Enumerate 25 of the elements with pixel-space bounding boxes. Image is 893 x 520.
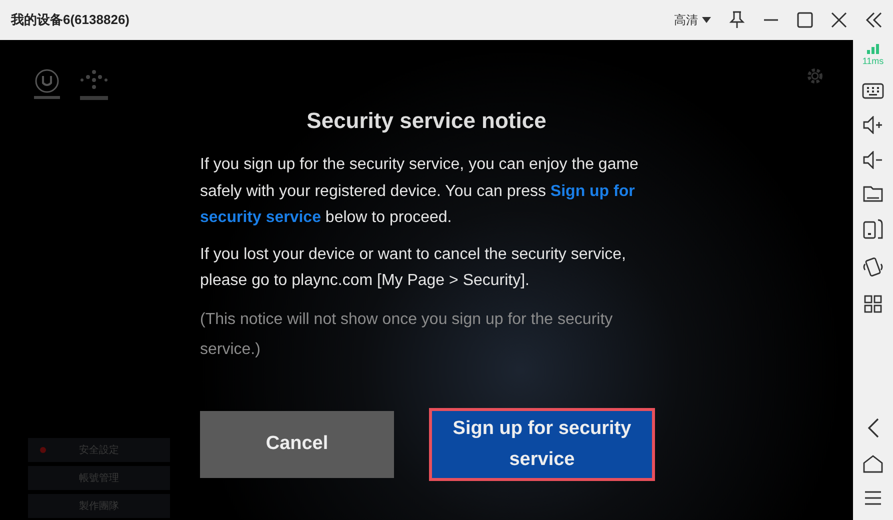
notice-paragraph: If you sign up for the security service, you can enjoy the game safely with your registered device. You can press Sign up for security service below to proceed. (200, 155, 640, 228)
signal-icon (867, 44, 879, 54)
grid-icon[interactable] (864, 295, 882, 313)
phone-icon[interactable] (863, 219, 883, 239)
close-icon[interactable] (831, 12, 847, 28)
rotate-icon[interactable] (862, 256, 884, 278)
keyboard-icon[interactable] (862, 83, 884, 99)
volume-down-icon[interactable] (863, 151, 883, 169)
window-title: 我的设备6(6138826) (11, 11, 130, 29)
collapse-icon[interactable] (865, 12, 883, 28)
notice-note: (This notice will not show once you sign up for the security service.) (200, 310, 614, 360)
home-icon[interactable] (863, 455, 883, 473)
caret-icon (702, 17, 711, 23)
signup-button[interactable]: Sign up for security service (432, 410, 652, 478)
notice-paragraph: If you lost your device or want to cancel the security service, please go to plaync.com [My Page > Security]. (200, 244, 627, 291)
cancel-button[interactable]: Cancel (200, 410, 394, 478)
quality-dropdown[interactable]: 高清 (674, 12, 711, 28)
back-icon[interactable] (867, 418, 879, 438)
volume-up-icon[interactable] (863, 116, 883, 134)
dialog-title: Security service notice (306, 108, 548, 134)
latency-label: 11ms (862, 56, 884, 66)
folder-icon[interactable] (863, 186, 883, 202)
pin-icon[interactable] (729, 11, 745, 29)
maximize-icon[interactable] (797, 12, 813, 28)
menu-icon[interactable] (864, 490, 882, 506)
